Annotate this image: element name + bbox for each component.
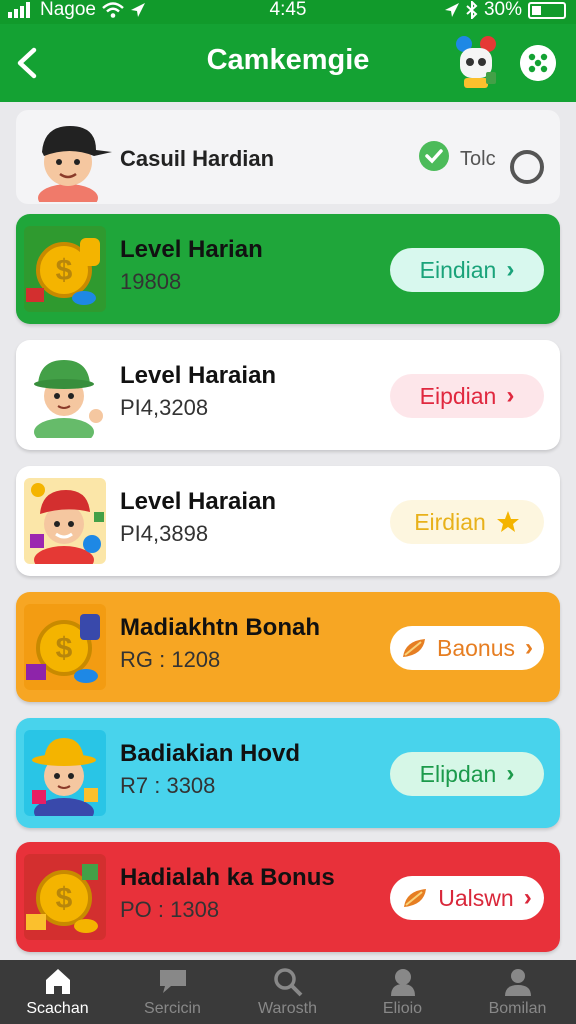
battery-fill	[532, 5, 541, 15]
chevron-right-icon: ›	[506, 760, 515, 787]
avatar	[38, 126, 112, 202]
status-bar: Nagoe 4:45 30%	[0, 0, 576, 24]
nav-label: Sercicin	[144, 1000, 201, 1017]
content-area: Casuil Hardian Tolc $ Level Harian 19808 Ei…	[0, 102, 576, 960]
nav-label: Bomilan	[488, 1000, 547, 1017]
claim-button[interactable]: Ualswn ›	[390, 876, 544, 920]
svg-text:$: $	[56, 632, 73, 665]
reward-title: Badiakian Hovd	[120, 740, 301, 767]
claim-button-label: Baonus	[436, 634, 515, 661]
claim-button[interactable]: Baonus ›	[390, 626, 544, 670]
user-card: Casuil Hardian Tolc	[16, 110, 560, 204]
reward-thumbnail	[24, 478, 106, 564]
chevron-right-icon: ›	[506, 382, 515, 409]
svg-text:$: $	[56, 254, 73, 287]
navigation-arrow-icon	[444, 3, 459, 17]
app-bar: Camkemgie	[0, 24, 576, 102]
reward-title: Level Harian	[120, 236, 263, 263]
reward-thumbnail: $	[24, 226, 106, 312]
more-options-icon[interactable]	[520, 45, 556, 81]
reward-value: PI4,3208	[120, 395, 209, 420]
nav-label: Warosth	[258, 1000, 317, 1017]
reward-title: Madiakhtn Bonah	[120, 614, 321, 641]
reward-thumbnail	[24, 352, 106, 438]
nav-item[interactable]: Sercicin	[115, 960, 230, 1024]
home-icon	[45, 969, 70, 994]
reward-title: Hadialah ka Bonus	[120, 864, 335, 891]
nav-label: Scachan	[26, 1000, 89, 1017]
reward-thumbnail	[24, 730, 106, 816]
reward-card[interactable]: Badiakian Hovd R7 : 3308 Elipdan ›	[16, 718, 560, 828]
nav-item[interactable]: Bomilan	[460, 960, 575, 1024]
reward-card[interactable]: $ Hadialah ka Bonus PO : 1308 Ualswn ›	[16, 842, 560, 952]
star-icon	[496, 511, 519, 532]
reward-card[interactable]: Level Haraian PI4,3208 Eipdian ›	[16, 340, 560, 450]
user-name: Casuil Hardian	[120, 146, 275, 171]
status-radio[interactable]	[510, 150, 544, 184]
leaf-icon	[404, 889, 427, 907]
bluetooth-icon	[466, 1, 478, 19]
reward-value: RG : 1208	[120, 647, 221, 672]
claim-button[interactable]: Eindian ›	[390, 248, 544, 292]
nav-label: Elioio	[382, 1000, 423, 1017]
reward-card[interactable]: $ Level Harian 19808 Eindian ›	[16, 214, 560, 324]
svg-text:$: $	[56, 882, 73, 915]
claim-button-label: Eindian	[419, 256, 497, 283]
reward-thumbnail: $	[24, 604, 106, 690]
reward-value: 19808	[120, 269, 182, 294]
check-icon	[419, 141, 449, 171]
reward-card[interactable]: $ Madiakhtn Bonah RG : 1208 Baonus ›	[16, 592, 560, 702]
claim-button-label: Ualswn	[438, 884, 514, 911]
nav-item[interactable]: Elioio	[345, 960, 460, 1024]
battery-icon	[528, 1, 566, 19]
reward-value: R7 : 3308	[120, 773, 216, 798]
claim-button-label: Eirdian	[414, 508, 486, 535]
toggle-label: Tolc	[460, 148, 496, 170]
leaf-icon	[402, 639, 425, 657]
profile-icon	[504, 969, 531, 996]
claim-button-label: Elipdan	[419, 760, 497, 787]
claim-button-label: Eipdian	[419, 382, 497, 409]
nav-item[interactable]: Scachan	[0, 960, 115, 1024]
status-right-group: 30%	[444, 0, 566, 21]
group-icon	[390, 969, 415, 996]
nav-item[interactable]: Warosth	[230, 960, 345, 1024]
reward-thumbnail: $	[24, 854, 106, 940]
chevron-right-icon: ›	[523, 884, 532, 911]
reward-title: Level Haraian	[120, 488, 277, 515]
reward-title: Level Haraian	[120, 362, 277, 389]
chevron-right-icon: ›	[525, 634, 533, 661]
mascot-icon[interactable]	[450, 32, 502, 94]
claim-button[interactable]: Eirdian	[390, 500, 544, 544]
claim-button[interactable]: Eipdian ›	[390, 374, 544, 418]
chat-icon	[159, 970, 186, 993]
bottom-nav: Scachan Sercicin Warosth Elioio Bomilan	[0, 960, 576, 1024]
reward-card[interactable]: Level Haraian PI4,3898 Eirdian	[16, 466, 560, 576]
battery-percent: 30%	[483, 0, 522, 20]
search-icon	[273, 968, 302, 997]
claim-button[interactable]: Elipdan ›	[390, 752, 544, 796]
reward-value: PI4,3898	[120, 521, 209, 546]
chevron-right-icon: ›	[506, 256, 515, 283]
reward-value: PO : 1308	[120, 897, 220, 922]
